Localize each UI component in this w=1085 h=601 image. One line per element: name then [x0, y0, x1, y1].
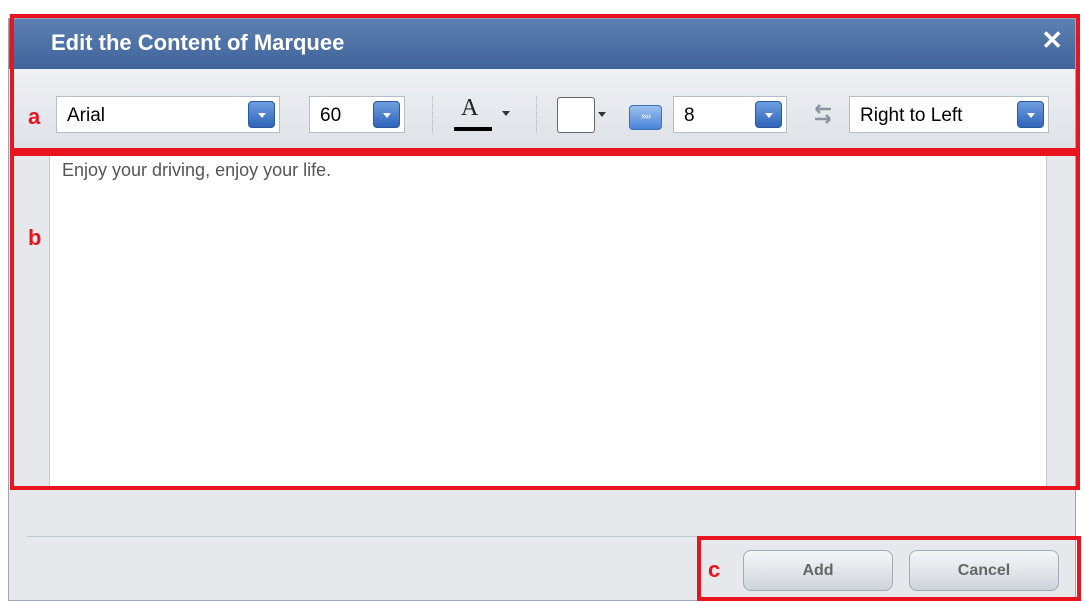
chevron-down-icon[interactable] [755, 101, 782, 128]
dialog-title: Edit the Content of Marquee [51, 30, 345, 55]
chevron-down-icon[interactable] [248, 101, 275, 128]
marquee-text: Enjoy your driving, enjoy your life. [62, 160, 332, 180]
close-icon[interactable]: ✕ [1041, 25, 1063, 55]
annotation-label-b: b [28, 225, 42, 250]
font-color-swatch [454, 127, 492, 131]
formatting-toolbar: Arial 60 A ›››› 8 Right to Left [9, 69, 1075, 153]
toolbar-divider [536, 96, 537, 133]
font-family-select[interactable]: Arial [56, 96, 280, 133]
direction-value: Right to Left [860, 105, 963, 126]
direction-select[interactable]: Right to Left [849, 96, 1049, 133]
font-size-select[interactable]: 60 [309, 96, 405, 133]
toolbar-divider [432, 96, 433, 133]
font-color-icon: A [461, 95, 479, 121]
caret-down-icon[interactable] [598, 112, 606, 117]
add-button[interactable]: Add [743, 550, 893, 591]
footer-divider [27, 536, 1067, 537]
chevron-down-icon[interactable] [1017, 101, 1044, 128]
title-bar: Edit the Content of Marquee ✕ [9, 19, 1075, 69]
cancel-button[interactable]: Cancel [909, 550, 1059, 591]
font-color-picker[interactable]: A [446, 91, 512, 135]
chevron-down-icon[interactable] [373, 101, 400, 128]
annotation-label-c: c [708, 557, 721, 582]
edit-marquee-dialog: Edit the Content of Marquee ✕ Arial 60 A… [8, 18, 1076, 601]
font-size-value: 60 [320, 105, 342, 126]
speed-icon: ›››› [629, 105, 662, 130]
speed-select[interactable]: 8 [673, 96, 787, 133]
speed-value: 8 [684, 105, 695, 126]
font-family-value: Arial [67, 105, 106, 126]
annotation-label-a: a [28, 104, 41, 129]
marquee-text-area[interactable]: Enjoy your driving, enjoy your life. [49, 153, 1047, 487]
background-color-swatch[interactable] [557, 97, 595, 133]
swap-arrows-icon [815, 104, 831, 124]
caret-down-icon [502, 111, 510, 116]
